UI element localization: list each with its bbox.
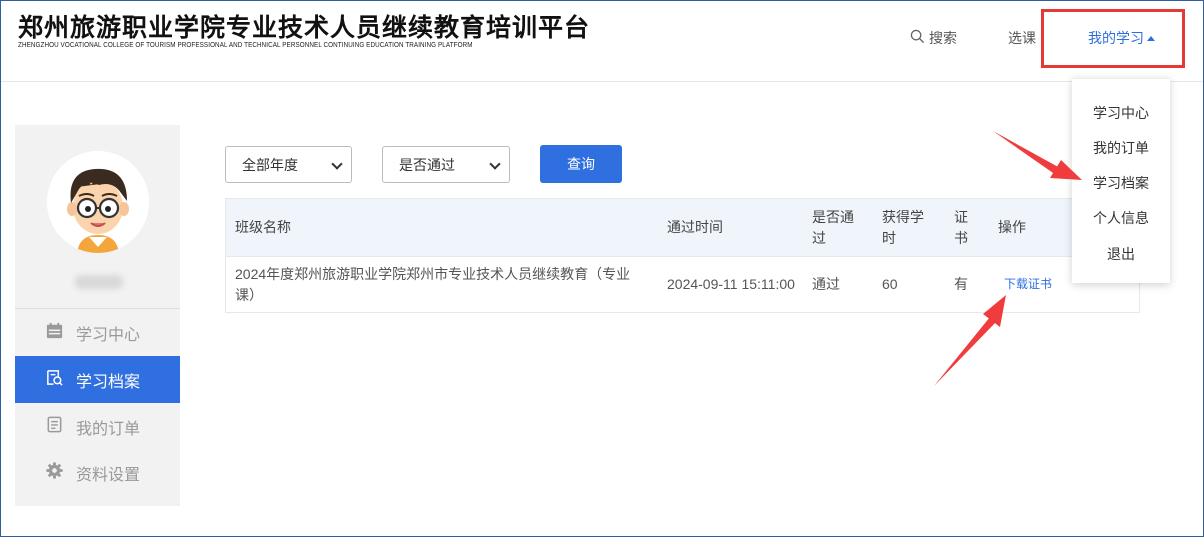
document-icon: [45, 415, 64, 439]
download-certificate-link[interactable]: 下载证书: [1004, 274, 1052, 295]
column-header-action: 操作: [998, 219, 1026, 235]
sidebar-item-my-orders[interactable]: 我的订单: [15, 403, 180, 450]
cell-passed: 通过: [812, 276, 840, 292]
my-study-dropdown: 学习中心 我的订单 学习档案 个人信息 退出: [1072, 78, 1170, 283]
archive-icon: [45, 368, 64, 392]
sidebar-item-label: 我的订单: [76, 420, 141, 438]
highlight-box: [1041, 9, 1185, 68]
pass-status-select[interactable]: 是否通过: [382, 146, 510, 183]
dropdown-item-study-center[interactable]: 学习中心: [1072, 103, 1170, 123]
sidebar-item-settings[interactable]: 资料设置: [15, 449, 180, 496]
search-icon: [910, 29, 925, 47]
dropdown-item-study-archive[interactable]: 学习档案: [1072, 173, 1170, 193]
column-header-pass-time: 通过时间: [667, 219, 723, 235]
nav-course[interactable]: 选课: [1008, 28, 1036, 48]
cell-certificate: 有: [954, 276, 968, 292]
nav-search[interactable]: 搜索: [910, 28, 957, 48]
query-button[interactable]: 查询: [540, 145, 622, 183]
avatar: [47, 151, 149, 253]
gear-icon: [45, 461, 64, 485]
username-redacted: [75, 275, 123, 289]
pass-select-value: 是否通过: [399, 156, 455, 173]
cell-hours: 60: [882, 276, 898, 292]
dropdown-item-my-orders[interactable]: 我的订单: [1072, 138, 1170, 158]
table-header: 班级名称 通过时间 是否通过 获得学时 证书 操作: [226, 199, 1139, 256]
cell-pass-time: 2024-09-11 15:11:00: [667, 276, 795, 292]
column-header-class-name: 班级名称: [235, 219, 291, 235]
column-header-hours: 获得学时: [882, 209, 924, 246]
sidebar-item-study-archive[interactable]: 学习档案: [15, 356, 180, 403]
chevron-down-icon: [489, 158, 501, 170]
sidebar-item-label: 学习中心: [76, 326, 141, 344]
sidebar: 学习中心 学习档案 我的订单 资料设置: [15, 125, 180, 506]
site-header: 郑州旅游职业学院专业技术人员继续教育培训平台 ZHENGZHOU VOCATIO…: [0, 0, 1204, 82]
sidebar-item-label: 资料设置: [76, 466, 141, 484]
arrow-to-archive: [993, 131, 1082, 180]
cell-class-name: 2024年度郑州旅游职业学院郑州市专业技术人员继续教育（专业课）: [235, 266, 631, 303]
site-subtitle: ZHENGZHOU VOCATIONAL COLLEGE OF TOURISM …: [18, 42, 473, 49]
records-table: 班级名称 通过时间 是否通过 获得学时 证书 操作 2024年度郑州旅游职业学院…: [225, 198, 1140, 313]
dropdown-item-personal-info[interactable]: 个人信息: [1072, 208, 1170, 228]
chevron-down-icon: [331, 158, 343, 170]
dropdown-item-logout[interactable]: 退出: [1072, 244, 1170, 264]
divider: [226, 256, 1139, 257]
year-select-value: 全部年度: [242, 156, 298, 173]
calendar-icon: [45, 321, 64, 345]
year-select[interactable]: 全部年度: [225, 146, 352, 183]
sidebar-item-study-center[interactable]: 学习中心: [15, 309, 180, 356]
sidebar-item-label: 学习档案: [76, 373, 141, 391]
nav-search-label: 搜索: [929, 30, 957, 46]
site-title: 郑州旅游职业学院专业技术人员继续教育培训平台: [18, 13, 591, 42]
column-header-passed: 是否通过: [812, 209, 854, 246]
column-header-certificate: 证书: [954, 209, 968, 246]
